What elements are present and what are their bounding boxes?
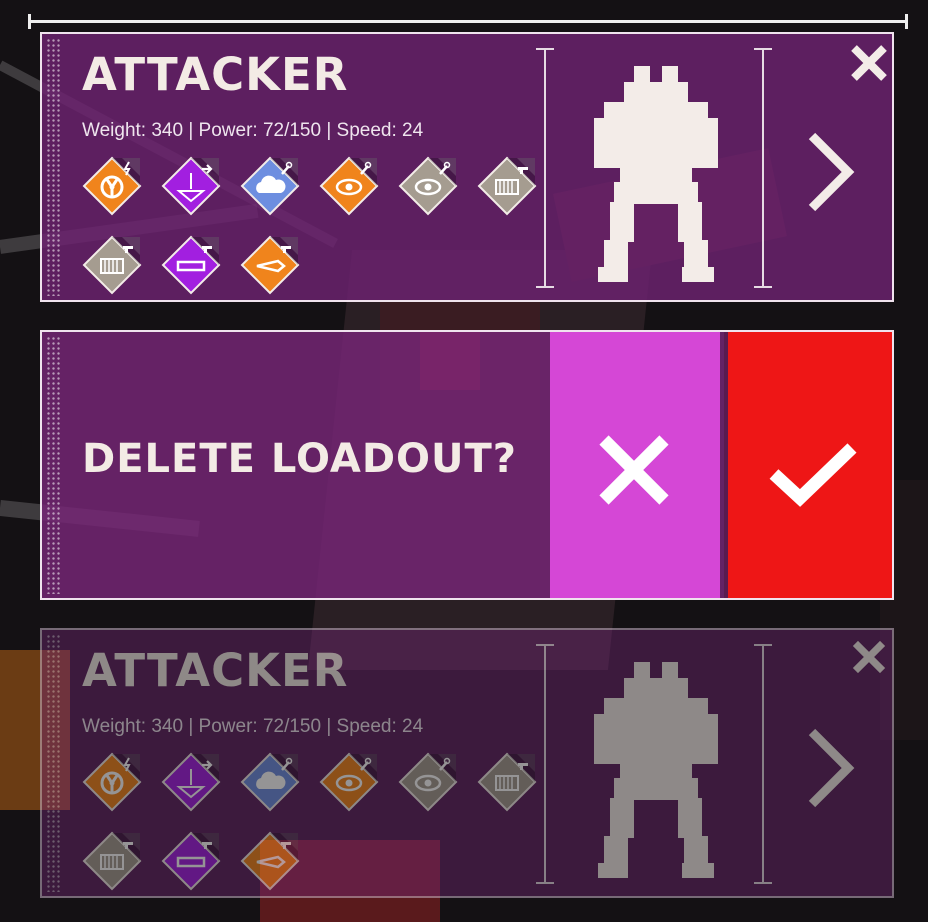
bar-icon — [161, 831, 221, 891]
loadout-stats: Weight: 340 | Power: 72/150 | Speed: 24 — [82, 120, 424, 141]
next-arrow-button[interactable] — [804, 130, 856, 214]
eye-icon — [398, 752, 458, 812]
next-arrow-button[interactable] — [804, 726, 856, 810]
cancel-delete-button[interactable] — [550, 332, 720, 598]
cloud-icon — [240, 752, 300, 812]
gravity-icon — [161, 156, 221, 216]
bracket-left — [536, 644, 554, 884]
confirm-delete-button[interactable] — [724, 332, 892, 598]
card-edge-pattern — [46, 336, 62, 594]
armor-plate-icon — [82, 235, 142, 295]
loadout-name: ATTACKER — [82, 644, 349, 697]
checkmark-icon — [769, 443, 857, 507]
armor-plate-icon — [477, 156, 537, 216]
eye-icon — [319, 752, 379, 812]
armor-plate-icon — [82, 831, 142, 891]
loadout-stats: Weight: 340 | Power: 72/150 | Speed: 24 — [82, 716, 424, 737]
loadout-card-dimmed[interactable]: ATTACKER Weight: 340 | Power: 72/150 | S… — [40, 628, 894, 898]
close-icon[interactable] — [850, 638, 888, 676]
header-divider — [28, 14, 908, 29]
eye-icon — [398, 156, 458, 216]
bracket-right — [754, 644, 772, 884]
radiation-icon — [82, 752, 142, 812]
radiation-icon — [82, 156, 142, 216]
robot-silhouette — [594, 62, 718, 282]
card-edge-pattern — [46, 634, 62, 892]
missile-icon — [240, 831, 300, 891]
robot-silhouette — [594, 658, 718, 878]
bar-icon — [161, 235, 221, 295]
card-edge-pattern — [46, 38, 62, 296]
loadout-name: ATTACKER — [82, 48, 349, 101]
loadout-card[interactable]: ATTACKER Weight: 340 | Power: 72/150 | S… — [40, 32, 894, 302]
gravity-icon — [161, 752, 221, 812]
bracket-left — [536, 48, 554, 288]
delete-loadout-dialog: DELETE LOADOUT? — [40, 330, 894, 600]
armor-plate-icon — [477, 752, 537, 812]
cloud-icon — [240, 156, 300, 216]
bracket-right — [754, 48, 772, 288]
close-icon — [599, 435, 669, 505]
close-icon[interactable] — [848, 42, 890, 84]
eye-icon — [319, 156, 379, 216]
missile-icon — [240, 235, 300, 295]
delete-prompt-text: DELETE LOADOUT? — [82, 436, 517, 482]
